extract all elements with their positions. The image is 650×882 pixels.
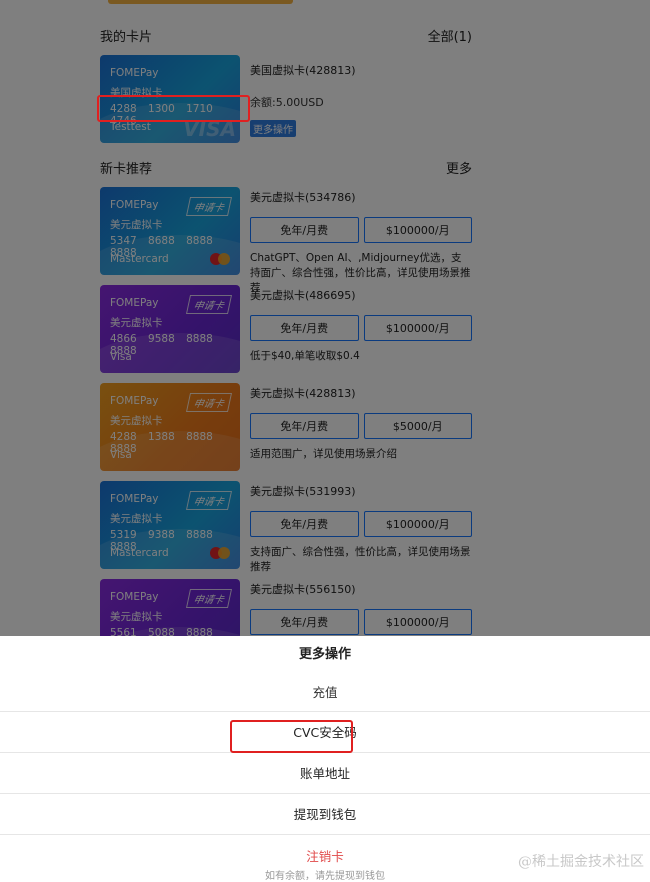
sheet-title: 更多操作: [298, 647, 351, 662]
action-withdraw[interactable]: 提现到钱包: [0, 794, 650, 835]
action-recharge[interactable]: 充值: [0, 673, 650, 712]
more-actions-sheet: 更多操作 充值 CVC安全码 账单地址 提现到钱包 注销卡 如有余额，请先提现到…: [0, 636, 650, 882]
action-billing-address[interactable]: 账单地址: [0, 753, 650, 794]
watermark: @稀土掘金技术社区: [518, 854, 644, 870]
highlight-cvc: [230, 720, 353, 753]
highlight-card-number: [97, 95, 250, 122]
